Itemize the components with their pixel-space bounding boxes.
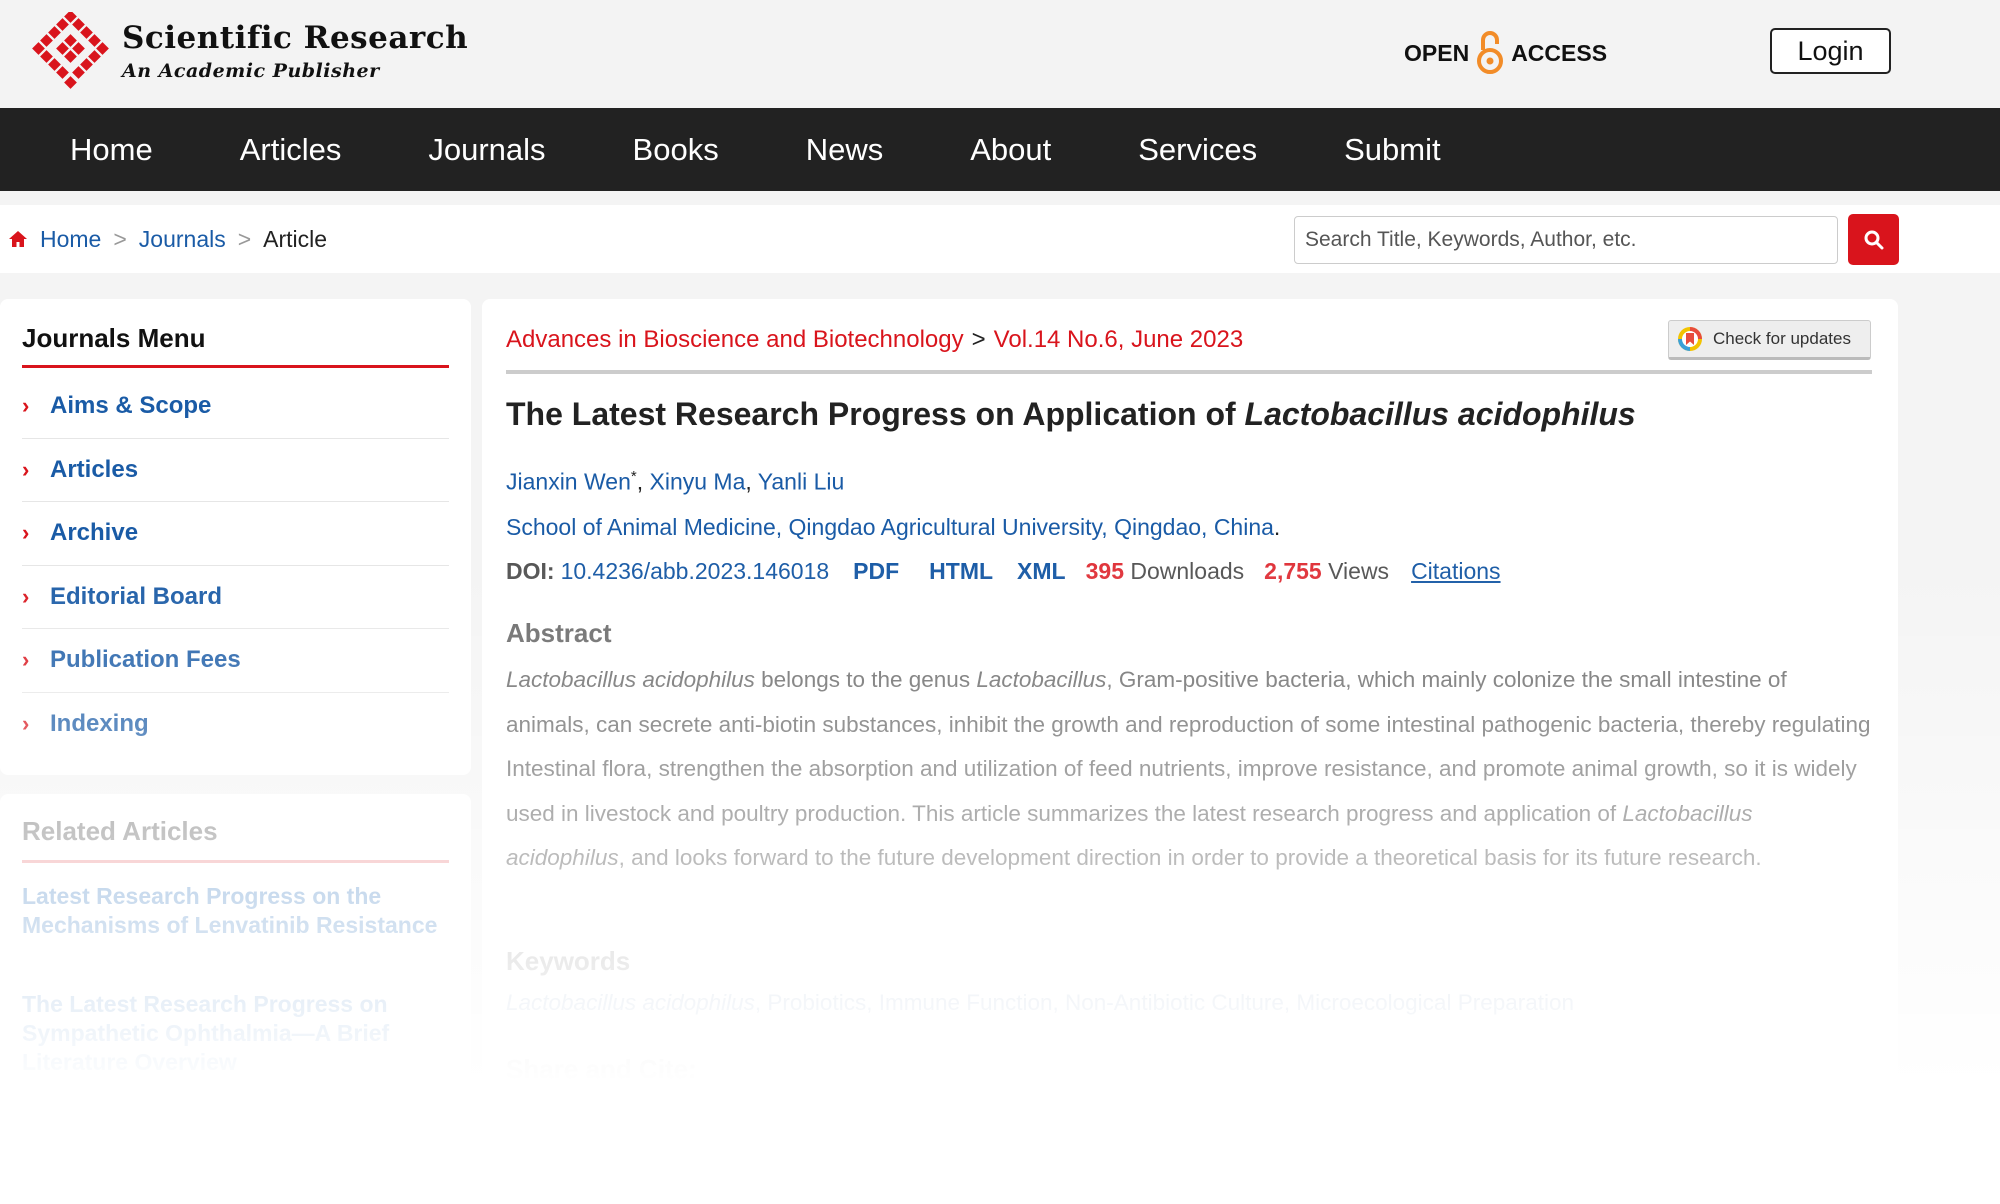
abstract-genus: Lactobacillus [976,667,1107,692]
related-article-link[interactable]: The Latest Research Progress on Sympathe… [22,990,449,1077]
related-articles: Related Articles Latest Research Progres… [0,794,471,1094]
keywords-heading: Keywords [506,946,631,976]
brand[interactable]: Scientific Research An Academic Publishe… [122,20,468,82]
affiliation-link[interactable]: School of Animal Medicine, Qingdao Agric… [506,514,1274,540]
journals-menu-title: Journals Menu [22,323,206,353]
nav-services[interactable]: Services [1138,132,1257,168]
chevron-right-icon: › [22,393,30,419]
pdf-link[interactable]: PDF [853,558,899,584]
home-icon[interactable] [8,230,28,248]
breadcrumb: Home > Journals > Article [8,205,327,273]
open-lock-icon [1477,31,1504,74]
menu-item-label: Publication Fees [50,646,241,674]
views-label: Views [1328,558,1390,584]
search-input[interactable] [1294,216,1838,264]
nav-about[interactable]: About [970,132,1051,168]
doi-label: DOI: [506,558,555,584]
menu-item-label: Indexing [50,710,149,738]
chevron-right-icon: › [22,456,30,482]
menu-item-editorial-board[interactable]: › Editorial Board [22,566,449,629]
menu-item-indexing[interactable]: › Indexing [22,693,449,757]
html-link[interactable]: HTML [929,558,993,584]
keywords-list: Lactobacillus acidophilus, Probiotics, I… [506,990,1574,1016]
downloads-label: Downloads [1130,558,1245,584]
xml-link[interactable]: XML [1017,558,1066,584]
share-cite-heading: Share and Cite: [506,1054,697,1084]
related-divider [22,860,449,863]
breadcrumb-home[interactable]: Home [40,226,101,253]
journal-link[interactable]: Advances in Bioscience and Biotechnology [506,326,964,353]
open-access-left: OPEN [1404,39,1470,66]
open-access-right: ACCESS [1511,39,1608,66]
open-access-badge: OPEN ACCESS [1404,28,1607,78]
nav-submit[interactable]: Submit [1344,132,1440,168]
menu-item-label: Archive [50,519,139,547]
breadcrumb-journals[interactable]: Journals [139,226,226,253]
chevron-right-icon: › [22,583,30,609]
site-header: Scientific Research An Academic Publishe… [0,0,2000,108]
journal-separator: > [971,326,986,353]
journals-menu-list: › Aims & Scope › Articles › Archive › Editor… [22,375,449,756]
article-header-divider [506,370,1872,374]
nav-books[interactable]: Books [633,132,719,168]
search-button[interactable] [1848,214,1899,265]
check-for-updates-button[interactable]: Check for updates [1668,320,1871,360]
menu-item-publication-fees[interactable]: › Publication Fees [22,629,449,693]
chevron-right-icon: › [22,711,30,737]
abstract-species: Lactobacillus acidophilus [506,667,755,692]
article-meta: DOI: 10.4236/abb.2023.146018 PDF HTML XML 395… [506,558,1501,585]
related-article-link[interactable]: Latest Research Progress on the Mechanis… [22,882,449,940]
author-link[interactable]: Xinyu Ma [650,469,746,495]
views-count: 2,755 [1264,558,1322,584]
doi-link[interactable]: 10.4236/abb.2023.146018 [561,558,830,584]
menu-item-archive[interactable]: › Archive [22,502,449,566]
article-title: The Latest Research Progress on Applicat… [506,396,1636,433]
abstract-text: Lactobacillus acidophilus belongs to the… [506,658,1872,881]
author-list: Jianxin Wen*, Xinyu Ma, Yanli Liu [506,468,845,495]
author-link[interactable]: Yanli Liu [758,469,845,495]
keyword-links[interactable]: , Probiotics, Immune Function, Non-Antib… [755,990,1574,1015]
abstract-heading: Abstract [506,618,612,648]
nav-journals[interactable]: Journals [428,132,545,168]
crossmark-icon [1678,327,1702,351]
search-icon [1864,230,1883,249]
nav-articles[interactable]: Articles [240,132,342,168]
citations-link[interactable]: Citations [1411,558,1500,584]
publisher-logo[interactable] [30,12,110,92]
nav-news[interactable]: News [806,132,884,168]
breadcrumb-separator: > [237,225,252,252]
check-for-updates-label: Check for updates [1713,329,1851,348]
article-title-species: Lactobacillus acidophilus [1244,396,1636,432]
breadcrumb-separator: > [113,225,127,252]
chevron-right-icon: › [22,647,30,673]
login-button[interactable]: Login [1770,28,1891,74]
breadcrumb-current: Article [263,225,328,252]
main-nav: Home Articles Journals Books News About … [0,108,2000,191]
affiliation: School of Animal Medicine, Qingdao Agric… [506,514,1281,540]
issue-link[interactable]: Vol.14 No.6, June 2023 [994,326,1244,353]
article-title-text: The Latest Research Progress on Applicat… [506,396,1245,432]
related-articles-title: Related Articles [22,816,218,846]
menu-divider [22,365,449,368]
abstract-segment: belongs to the genus [754,667,977,692]
menu-item-label: Articles [50,455,139,483]
corresponding-author-mark: * [630,468,637,485]
author-link[interactable]: Jianxin Wen [506,469,631,495]
menu-item-articles[interactable]: › Articles [22,439,449,502]
keyword-link[interactable]: Lactobacillus acidophilus [506,990,755,1015]
nav-home[interactable]: Home [70,132,153,168]
brand-name: Scientific Research [122,20,469,56]
menu-item-label: Editorial Board [50,582,223,610]
menu-item-aims-scope[interactable]: › Aims & Scope [22,375,449,439]
menu-item-label: Aims & Scope [50,392,212,420]
journals-menu: Journals Menu › Aims & Scope › Articles › A… [0,299,471,775]
chevron-right-icon: › [22,520,30,546]
abstract-segment: , and looks forward to the future develo… [618,845,1762,871]
brand-tagline: An Academic Publisher [122,60,380,82]
journal-issue-line: Advances in Bioscience and Biotechnology… [506,326,1243,354]
downloads-count: 395 [1085,558,1124,584]
